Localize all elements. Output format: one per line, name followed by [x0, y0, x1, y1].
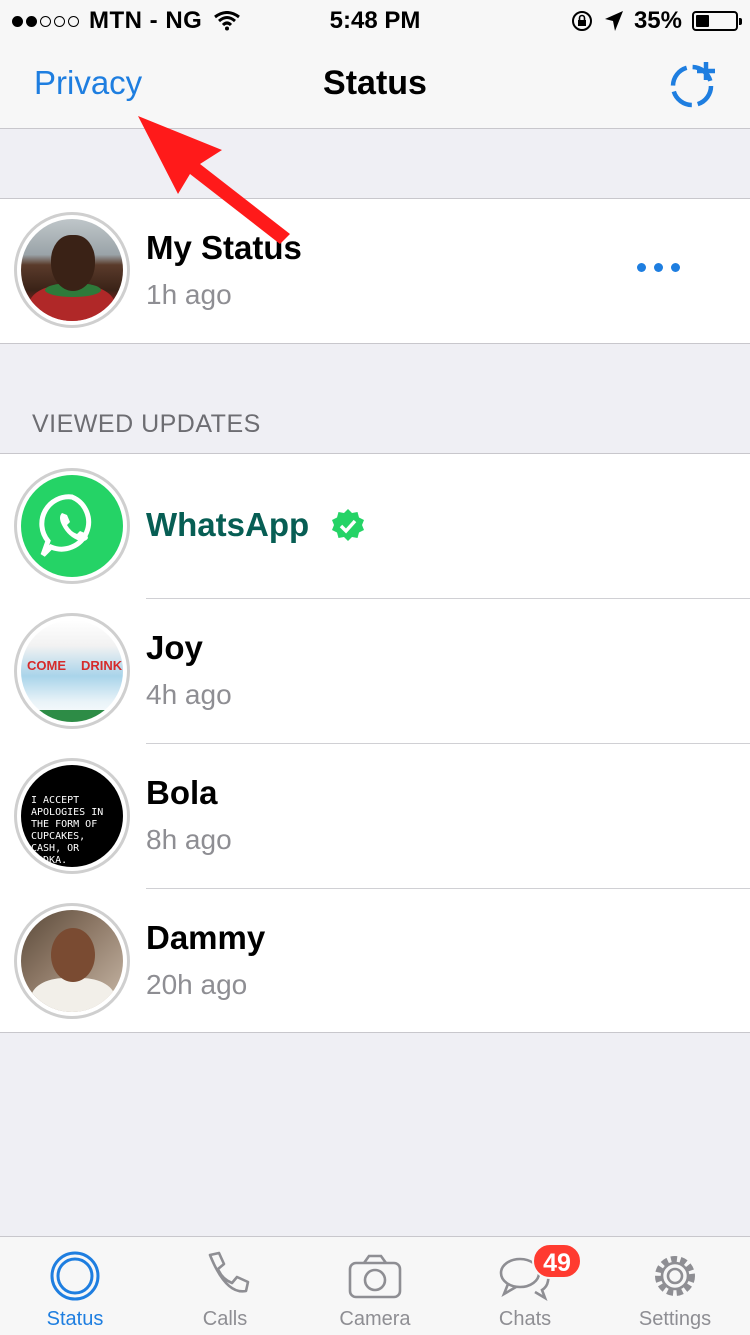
list-item[interactable]: I ACCEPT APOLOGIES IN THE FORM OF CUPCAK… [0, 744, 750, 889]
status-avatar[interactable] [14, 468, 130, 584]
tab-label: Chats [498, 1308, 552, 1330]
whatsapp-logo-icon [21, 475, 123, 577]
camera-icon [348, 1254, 402, 1299]
my-status-row[interactable]: My Status 1h ago [0, 198, 750, 344]
list-item[interactable]: WhatsApp [0, 454, 750, 599]
avatar [21, 910, 123, 1012]
status-icon [50, 1251, 100, 1301]
tab-label: Calls [202, 1308, 248, 1330]
avatar: COME DRINK [21, 620, 123, 722]
my-status-time: 1h ago [146, 279, 232, 310]
phone-icon [208, 1251, 250, 1293]
tab-settings[interactable]: Settings [600, 1237, 750, 1335]
list-item[interactable]: COME DRINK Joy 4h ago [0, 599, 750, 744]
my-status-avatar[interactable] [14, 212, 130, 328]
tab-camera[interactable]: Camera [300, 1237, 450, 1335]
status-name: WhatsApp [146, 506, 310, 543]
viewed-updates-list: WhatsApp COME DRINK Joy 4h ago I ACCEPT … [0, 453, 750, 1033]
status-avatar[interactable]: I ACCEPT APOLOGIES IN THE FORM OF CUPCAK… [14, 758, 130, 874]
unread-badge: 49 [532, 1243, 582, 1279]
avatar [21, 219, 123, 321]
tab-calls[interactable]: Calls [150, 1237, 300, 1335]
annotation-arrow [138, 116, 290, 244]
status-avatar[interactable] [14, 903, 130, 1019]
status-time: 8h ago [146, 824, 232, 855]
orientation-lock-icon [571, 11, 592, 31]
tab-label: Camera [339, 1308, 411, 1330]
tab-chats[interactable]: 49 Chats [450, 1237, 600, 1335]
location-arrow-icon [604, 11, 623, 31]
status-time: 20h ago [146, 969, 248, 1000]
navigation-bar: Privacy Status [0, 40, 750, 129]
status-name: Dammy [146, 919, 266, 956]
status-name: Joy [146, 629, 203, 666]
tab-label: Settings [638, 1308, 712, 1330]
battery-icon [692, 11, 742, 31]
new-status-icon[interactable] [668, 58, 720, 110]
viewed-updates-header: VIEWED UPDATES [32, 410, 261, 438]
gear-icon [655, 1256, 695, 1296]
tab-status[interactable]: Status [0, 1237, 150, 1335]
status-bar: MTN - NG 5:48 PM 35% [0, 0, 750, 40]
avatar: I ACCEPT APOLOGIES IN THE FORM OF CUPCAK… [21, 765, 123, 867]
list-item[interactable]: Dammy 20h ago [0, 889, 750, 1034]
page-title: Status [323, 64, 427, 102]
verified-badge-icon [332, 509, 364, 541]
more-dots-icon[interactable] [637, 263, 680, 272]
status-name: Bola [146, 774, 218, 811]
tab-label: Status [46, 1308, 104, 1330]
status-avatar[interactable]: COME DRINK [14, 613, 130, 729]
status-time: 4h ago [146, 679, 232, 710]
status-bar-right: 35% [570, 7, 742, 35]
battery-percent: 35% [633, 7, 682, 34]
tab-bar: Status Calls Camera 49 Chats Settings [0, 1236, 750, 1335]
